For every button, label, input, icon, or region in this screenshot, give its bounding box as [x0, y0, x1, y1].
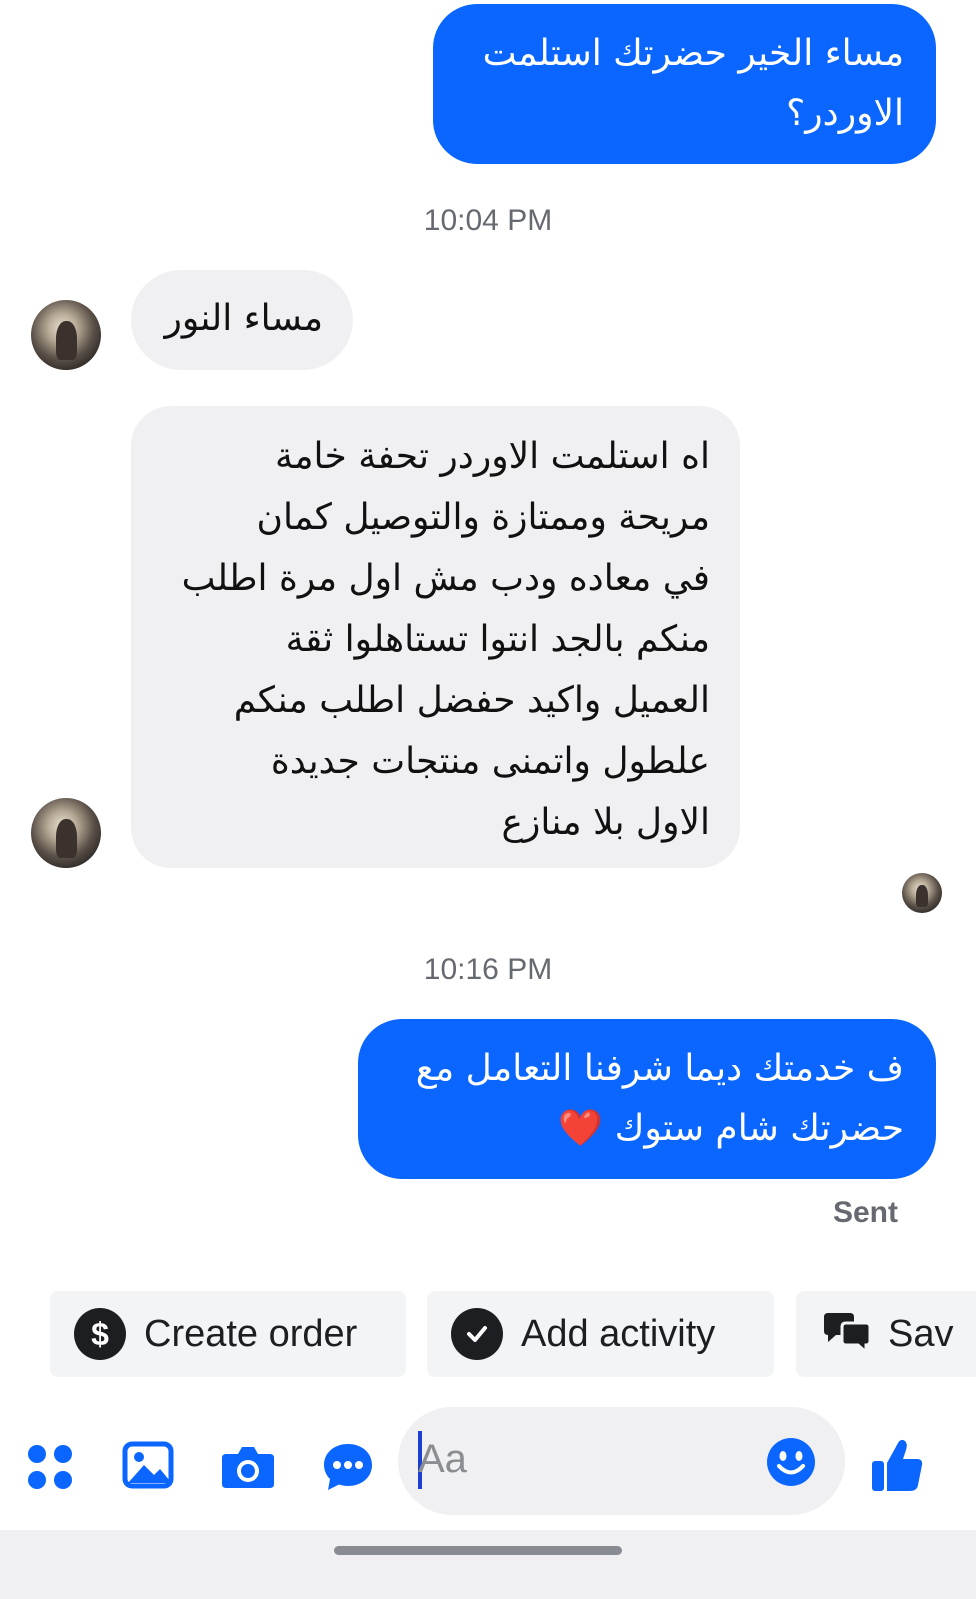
- camera-icon[interactable]: [220, 1442, 276, 1490]
- message-line: مريحة وممتازة والتوصيل كمان: [256, 497, 710, 538]
- thumbs-up-icon[interactable]: [870, 1437, 924, 1493]
- incoming-message[interactable]: اه استلمت الاوردر تحفة خامة مريحة وممتاز…: [131, 406, 740, 868]
- message-line: الاول بلا منازع: [501, 802, 710, 843]
- avatar[interactable]: [31, 300, 101, 370]
- create-order-chip[interactable]: $ Create order: [50, 1291, 406, 1377]
- message-line: في معاده ودب مش اول مرة اطلب: [181, 558, 710, 599]
- timestamp: 10:16 PM: [423, 953, 553, 986]
- message-text: حضرتك شام ستوك: [614, 1108, 904, 1149]
- message-line: حضرتك شام ستوك ❤️: [378, 1099, 904, 1159]
- chat-more-icon[interactable]: [322, 1442, 374, 1492]
- message-line: منكم بالجد انتوا تستاهلوا ثقة: [285, 619, 710, 660]
- message-line: اه استلمت الاوردر تحفة خامة: [274, 436, 710, 477]
- message-line: مساء الخير حضرتك استلمت: [482, 33, 904, 74]
- message-line: الاوردر؟: [786, 93, 904, 134]
- message-composer[interactable]: Aa: [398, 1407, 845, 1515]
- outgoing-message[interactable]: مساء الخير حضرتك استلمت الاوردر؟: [433, 4, 936, 164]
- message-line: مساء النور: [164, 298, 323, 339]
- check-circle-icon: [451, 1308, 503, 1360]
- avatar[interactable]: [31, 798, 101, 868]
- seen-avatar: [902, 873, 942, 913]
- timestamp: 10:04 PM: [423, 204, 553, 237]
- sent-status: Sent: [832, 1196, 898, 1229]
- emoji-icon[interactable]: [766, 1437, 816, 1487]
- outgoing-message[interactable]: ف خدمتك ديما شرفنا التعامل مع حضرتك شام …: [358, 1019, 936, 1179]
- add-activity-chip[interactable]: Add activity: [427, 1291, 774, 1377]
- incoming-message[interactable]: مساء النور: [131, 270, 353, 370]
- message-line: ف خدمتك ديما شرفنا التعامل مع: [415, 1048, 904, 1089]
- save-reply-chip[interactable]: Sav: [796, 1291, 976, 1377]
- image-icon[interactable]: [122, 1441, 174, 1489]
- chip-label: Sav: [888, 1312, 954, 1355]
- heart-emoji: ❤️: [558, 1108, 604, 1149]
- apps-grid-icon[interactable]: [26, 1443, 74, 1491]
- chip-label: Add activity: [521, 1312, 716, 1355]
- message-input[interactable]: Aa: [418, 1437, 467, 1482]
- dollar-icon: $: [74, 1308, 126, 1360]
- system-nav-bar: [0, 1530, 976, 1599]
- home-indicator[interactable]: [334, 1546, 622, 1555]
- svg-text:$: $: [91, 1317, 109, 1351]
- message-line: علطول واتمنى منتجات جديدة: [270, 741, 710, 782]
- message-line: العميل واكيد حفضل اطلب منكم: [233, 680, 710, 721]
- chip-label: Create order: [144, 1312, 358, 1355]
- speech-bubbles-icon: [820, 1311, 874, 1357]
